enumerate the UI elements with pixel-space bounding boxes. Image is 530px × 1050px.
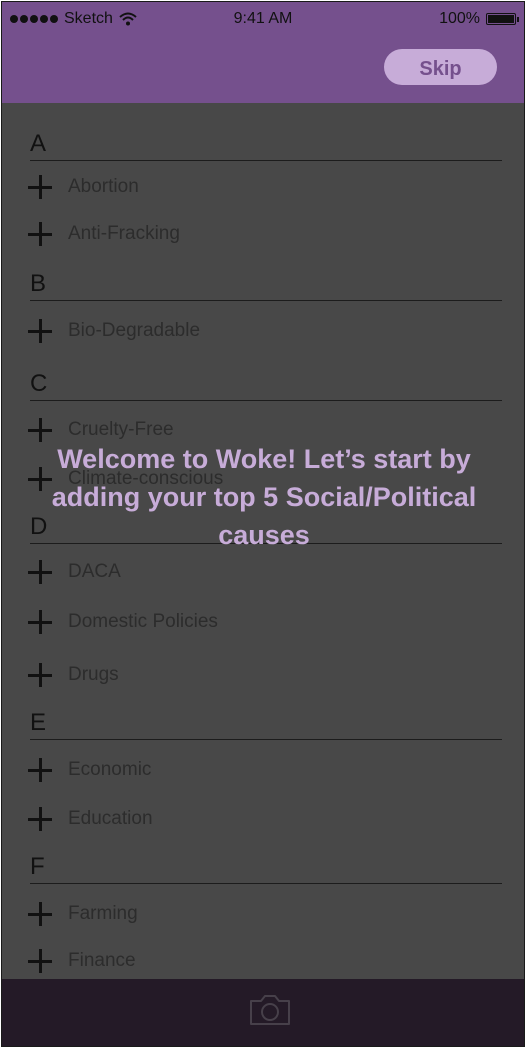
cause-item-daca[interactable]: DACA	[28, 557, 121, 587]
plus-icon[interactable]	[28, 418, 52, 442]
cause-label: Finance	[68, 950, 136, 971]
plus-icon[interactable]	[28, 175, 52, 199]
plus-icon[interactable]	[28, 560, 52, 584]
cause-item-drugs[interactable]: Drugs	[28, 660, 119, 690]
section-header-a: A	[30, 130, 502, 161]
cause-label: DACA	[68, 561, 121, 582]
cause-label: Anti-Fracking	[68, 223, 180, 244]
cause-label: Drugs	[68, 664, 119, 685]
camera-icon[interactable]	[248, 993, 292, 1027]
cause-item-bio-degradable[interactable]: Bio-Degradable	[28, 316, 200, 346]
plus-icon[interactable]	[28, 758, 52, 782]
cause-label: Education	[68, 808, 153, 829]
cause-item-anti-fracking[interactable]: Anti-Fracking	[28, 219, 180, 249]
cause-label: Abortion	[68, 176, 139, 197]
status-right: 100%	[439, 10, 519, 28]
cause-label: Bio-Degradable	[68, 320, 201, 341]
cause-item-education[interactable]: Education	[28, 804, 153, 834]
plus-icon[interactable]	[28, 610, 52, 634]
cause-item-abortion[interactable]: Abortion	[28, 172, 139, 202]
plus-icon[interactable]	[28, 222, 52, 246]
header-bar: Sketch 9:41 AM 100% Skip	[2, 2, 524, 103]
cause-label: Domestic Policies	[68, 611, 218, 632]
battery-icon	[486, 13, 519, 25]
cause-item-domestic-policies[interactable]: Domestic Policies	[28, 607, 218, 637]
section-header-f: F	[30, 853, 502, 884]
bottom-bar	[2, 979, 524, 1046]
battery-percent: 100%	[439, 10, 480, 27]
section-header-b: B	[30, 270, 502, 301]
status-bar: Sketch 9:41 AM 100%	[2, 2, 524, 36]
cause-item-farming[interactable]: Farming	[28, 899, 138, 929]
cause-label: Farming	[68, 903, 138, 924]
plus-icon[interactable]	[28, 319, 52, 343]
plus-icon[interactable]	[28, 807, 52, 831]
cause-label: Economic	[68, 759, 152, 780]
skip-button[interactable]: Skip	[384, 49, 497, 85]
section-header-e: E	[30, 709, 502, 740]
welcome-message: Welcome to Woke! Let’s start by adding y…	[51, 444, 477, 550]
section-header-c: C	[30, 370, 502, 401]
cause-label: Cruelty-Free	[68, 419, 174, 440]
plus-icon[interactable]	[28, 902, 52, 926]
cause-item-finance[interactable]: Finance	[28, 946, 136, 976]
plus-icon[interactable]	[28, 663, 52, 687]
cause-item-economic[interactable]: Economic	[28, 755, 151, 785]
app-screen: Sketch 9:41 AM 100% Skip A Abortion Anti…	[1, 1, 525, 1047]
plus-icon[interactable]	[28, 949, 52, 973]
